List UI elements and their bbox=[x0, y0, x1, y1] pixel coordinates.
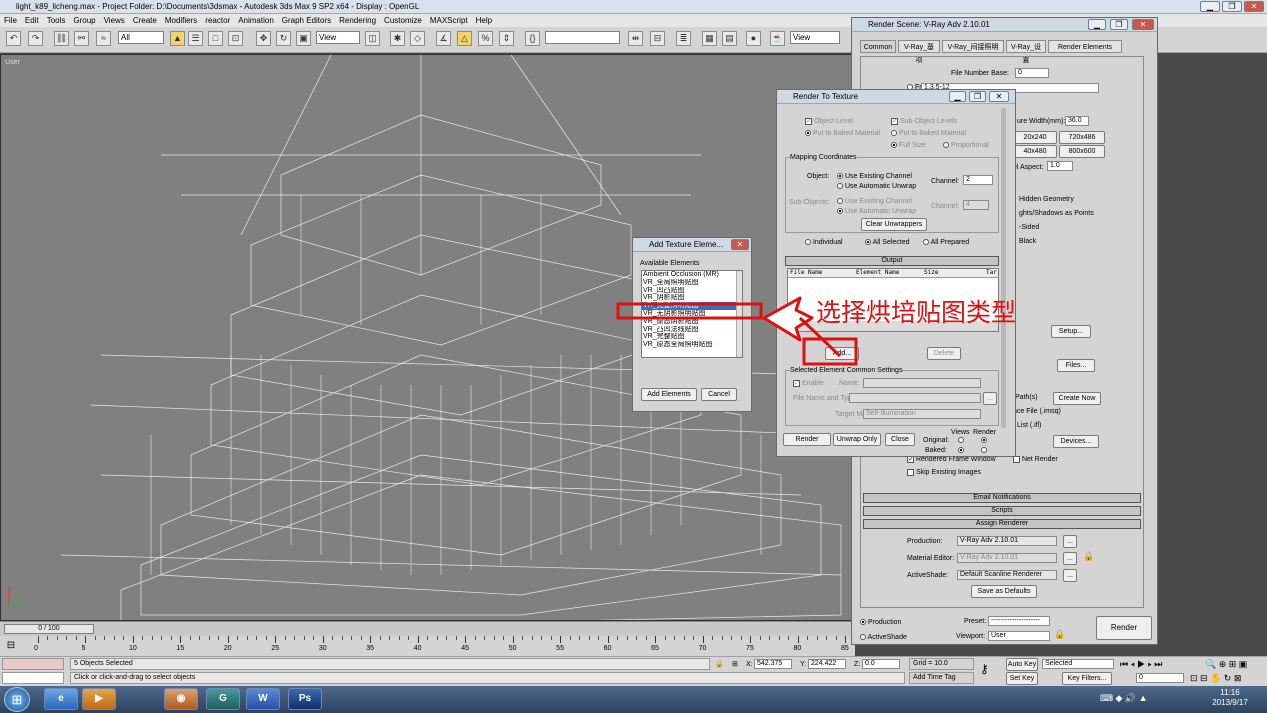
highlight-selected-element bbox=[616, 302, 763, 320]
annotation-overlay bbox=[616, 296, 858, 366]
highlight-add-button bbox=[802, 337, 858, 366]
annotation-arrow bbox=[762, 296, 814, 342]
annotation-text: 选择烘培贴图类型 bbox=[816, 298, 1017, 327]
